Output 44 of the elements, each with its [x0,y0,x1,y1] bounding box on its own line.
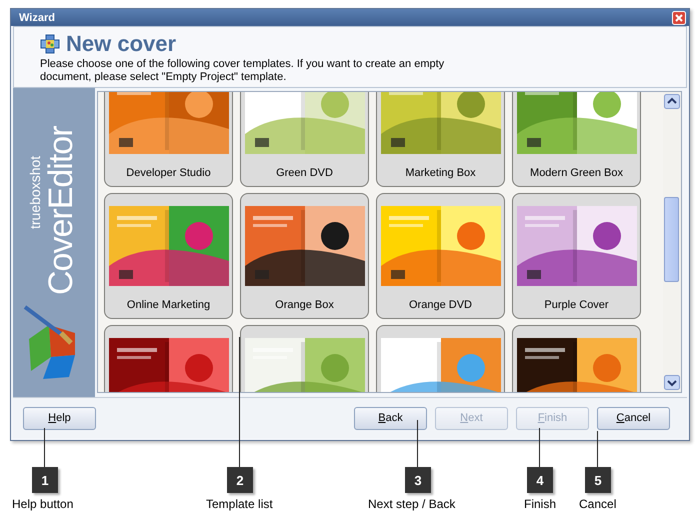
wizard-button[interactable]: Back [354,406,427,430]
scroll-thumb[interactable] [664,197,679,282]
template-name: Green DVD [276,167,333,179]
wizard-button[interactable]: Help [23,406,96,430]
callout-number: 4 [527,467,553,493]
cover-icon [40,34,60,54]
template-tile[interactable]: Purple Cover [512,193,641,319]
callout-label: Template list [206,497,273,511]
callout-number: 1 [32,467,58,493]
logo-text: trueboxshot [28,156,42,229]
template-tile[interactable]: Green DVD [240,92,369,187]
callout-label: Cancel [579,497,616,511]
template-tile[interactable]: Orange Box [240,193,369,319]
template-tile[interactable]: Marketing Box [376,92,505,187]
page-title: New cover [66,32,176,56]
callout-number: 2 [227,467,253,493]
callout-number: 3 [405,467,431,493]
scrollbar[interactable] [663,92,681,392]
scroll-down-icon[interactable] [664,375,680,390]
callout-label: Next step / Back [368,497,456,511]
template-tile[interactable]: Orange DVD [376,193,505,319]
template-name: Purple Cover [544,299,609,311]
template-name: Modern Green Box [530,167,623,179]
close-icon[interactable] [672,10,686,24]
template-name: Orange Box [275,299,334,311]
wizard-button[interactable]: Cancel [597,406,670,430]
leader-line [44,428,45,467]
template-name: Online Marketing [126,299,210,311]
window-title: Wizard [19,12,55,24]
callout-number: 5 [585,467,611,493]
leader-line [417,420,418,467]
template-tile[interactable]: Developer Studio [104,92,233,187]
scroll-up-icon[interactable] [664,94,680,109]
template-tile[interactable]: Modern Green Box [512,92,641,187]
description-text: Please choose one of the following cover templates. If you want to create an empty document, please select "Empty Project" template. [40,58,446,84]
template-name: Developer Studio [126,167,211,179]
template-name: Marketing Box [405,167,476,179]
template-tile[interactable]: Online Marketing [104,193,233,319]
logo-title: CoverEditor [43,126,79,295]
leader-line [539,428,540,467]
template-name: Orange DVD [409,299,472,311]
callout-label: Finish [524,497,556,511]
callout-label: Help button [12,497,74,511]
leader-line [597,431,598,467]
